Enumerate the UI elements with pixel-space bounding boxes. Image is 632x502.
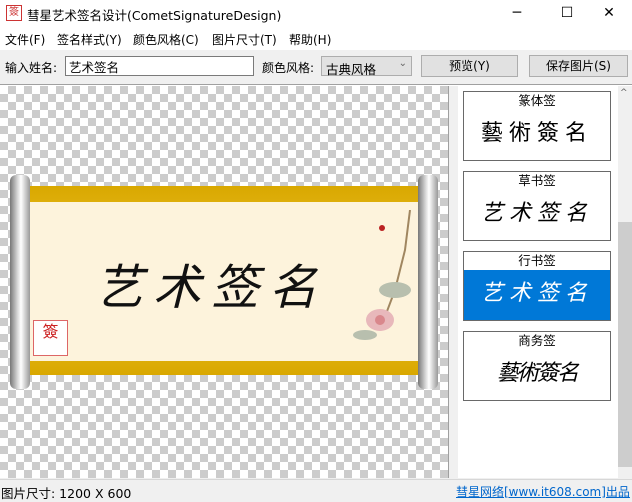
menu-image-size[interactable]: 图片尺寸(T) bbox=[212, 31, 277, 48]
maximize-button[interactable]: ☐ bbox=[544, 0, 590, 26]
seal-stamp: 簽 bbox=[33, 320, 68, 356]
name-input[interactable] bbox=[65, 56, 254, 76]
image-size-status: 图片尺寸: 1200 X 600 bbox=[1, 486, 132, 501]
menu-color-style[interactable]: 颜色风格(C) bbox=[133, 31, 199, 48]
name-label: 输入姓名: bbox=[5, 61, 58, 75]
style-card-sample[interactable]: 艺术签名 bbox=[463, 190, 611, 241]
menu-signature-style[interactable]: 签名样式(Y) bbox=[57, 31, 122, 48]
menu-file[interactable]: 文件(F) bbox=[5, 31, 45, 48]
close-button[interactable]: ✕ bbox=[586, 0, 632, 26]
style-card-title[interactable]: 草书签 bbox=[463, 171, 611, 191]
save-image-button[interactable]: 保存图片(S) bbox=[529, 55, 628, 77]
style-card-title[interactable]: 行书签 bbox=[463, 251, 611, 271]
signature-preview: 艺术签名 bbox=[95, 260, 328, 316]
style-card-title[interactable]: 篆体签 bbox=[463, 91, 611, 111]
website-link[interactable]: 彗星网络[www.it608.com]出品 bbox=[456, 483, 630, 500]
window-title: 彗星艺术签名设计(CometSignatureDesign) bbox=[27, 8, 282, 23]
minimize-button[interactable]: ─ bbox=[494, 0, 540, 26]
preview-button[interactable]: 预览(Y) bbox=[421, 55, 518, 77]
menu-help[interactable]: 帮助(H) bbox=[289, 31, 331, 48]
scroll-rod-left bbox=[10, 175, 30, 389]
style-card-sample[interactable]: 藝術簽名 bbox=[463, 350, 611, 401]
color-label: 颜色风格: bbox=[262, 61, 315, 75]
flower-painting bbox=[353, 210, 411, 340]
scroll-rod-right bbox=[418, 175, 438, 389]
scroll-up-icon[interactable]: ^ bbox=[620, 88, 628, 98]
color-style-value: 古典风格 bbox=[326, 62, 377, 77]
style-card-sample[interactable]: 藝術簽名 bbox=[463, 110, 611, 161]
style-card-sample-selected[interactable]: 艺术签名 bbox=[463, 270, 611, 321]
chevron-down-icon: ⌄ bbox=[398, 58, 407, 69]
scrollbar-thumb[interactable] bbox=[618, 222, 632, 467]
splitter[interactable] bbox=[448, 86, 458, 478]
style-card-title[interactable]: 商务签 bbox=[463, 331, 611, 351]
app-icon: 簽 bbox=[6, 5, 22, 21]
color-style-select[interactable]: 古典风格 ⌄ bbox=[321, 56, 412, 77]
